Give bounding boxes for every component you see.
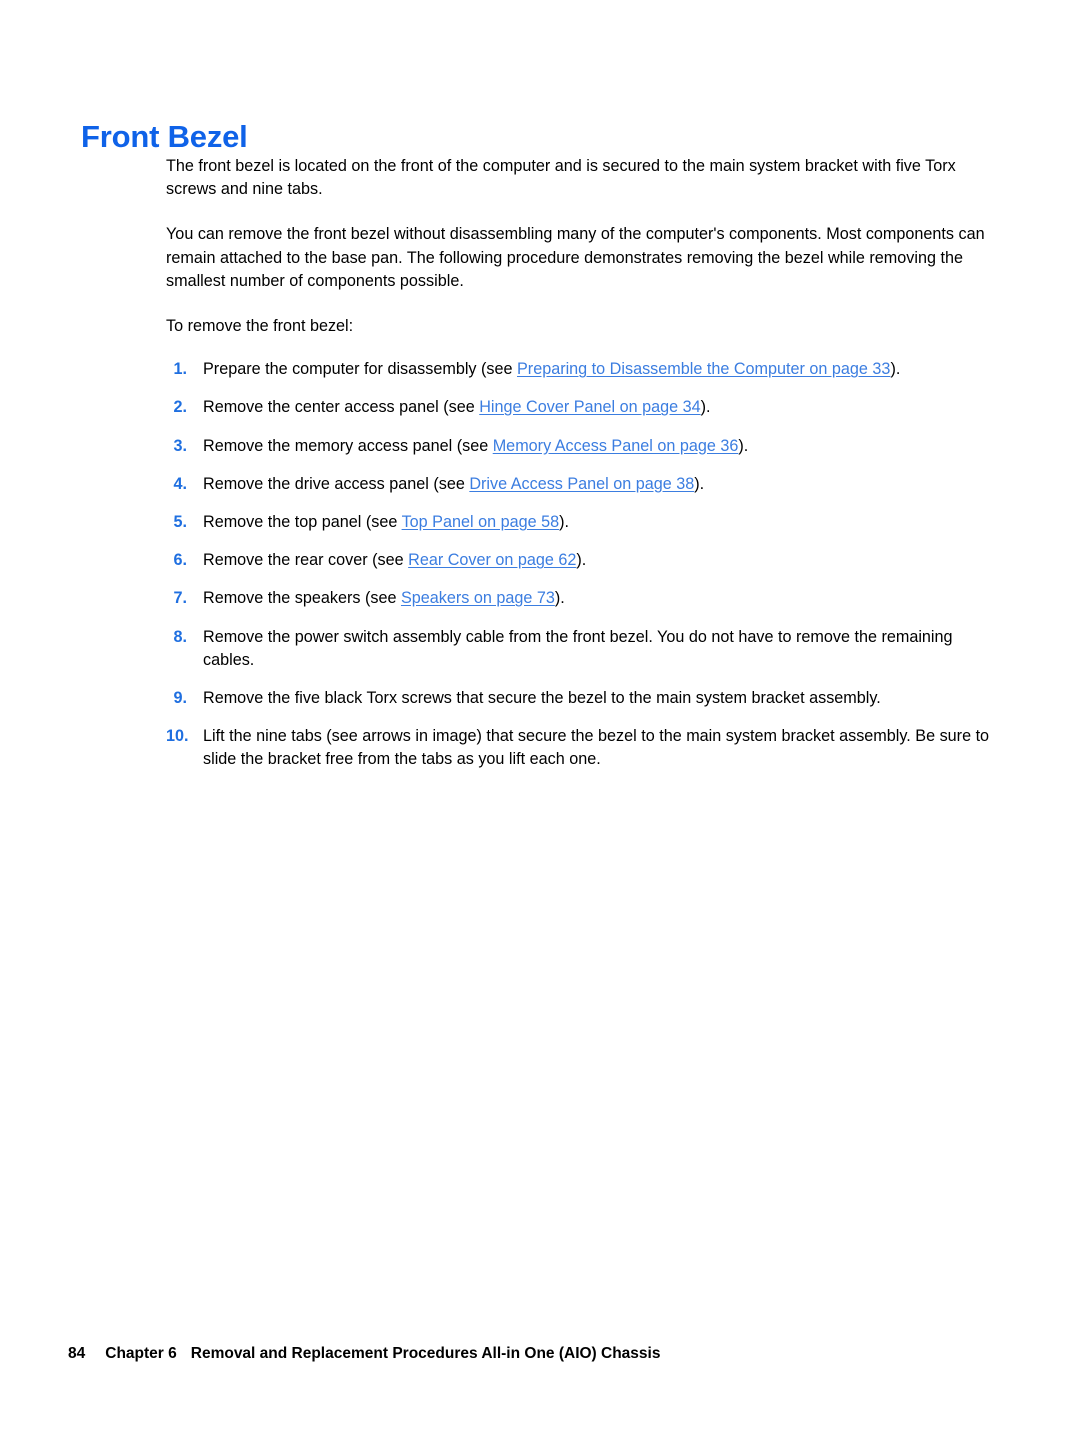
document-page: Front Bezel The front bezel is located o… [0, 0, 1080, 1437]
footer-page-number: 84 [68, 1345, 86, 1362]
step-text: Remove the top panel (see Top Panel on p… [203, 511, 992, 534]
step-text: Remove the power switch assembly cable f… [203, 626, 992, 672]
step-text: Prepare the computer for disassembly (se… [203, 358, 992, 381]
step-text-before: Remove the center access panel (see [203, 398, 480, 417]
step-text: Remove the five black Torx screws that s… [203, 687, 992, 710]
list-item: 8. Remove the power switch assembly cabl… [166, 626, 992, 672]
step-text: Remove the speakers (see Speakers on pag… [203, 587, 992, 610]
step-number: 10. [166, 727, 189, 746]
step-text: Remove the drive access panel (see Drive… [203, 473, 992, 496]
step-text-after: ). [738, 436, 749, 455]
step-text-before: Remove the power switch assembly cable f… [203, 627, 953, 669]
cross-reference-link[interactable]: Rear Cover on page 62 [408, 551, 576, 569]
cross-reference-link[interactable]: Hinge Cover Panel on page 34 [479, 398, 700, 416]
page-footer: 84 Chapter 6 Removal and Replacement Proce… [68, 1344, 660, 1364]
list-item: 4. Remove the drive access panel (see Dr… [166, 473, 992, 496]
step-number: 5. [173, 513, 187, 532]
list-item: 3. Remove the memory access panel (see M… [166, 435, 992, 458]
step-text: Lift the nine tabs (see arrows in image)… [203, 725, 992, 771]
step-text-after: ). [554, 589, 565, 608]
step-text-before: Remove the five black Torx screws that s… [203, 689, 881, 708]
step-text-before: Remove the rear cover (see [203, 551, 409, 570]
step-number: 9. [173, 689, 187, 708]
list-item: 7. Remove the speakers (see Speakers on … [166, 587, 992, 610]
list-item: 6. Remove the rear cover (see Rear Cover… [166, 549, 992, 572]
step-number: 8. [173, 627, 187, 646]
list-item: 10. Lift the nine tabs (see arrows in im… [166, 725, 992, 771]
step-number: 4. [173, 474, 187, 493]
intro-paragraph-2: You can remove the front bezel without d… [166, 225, 985, 290]
step-number: 3. [173, 436, 187, 455]
cross-reference-link[interactable]: Preparing to Disassemble the Computer on… [517, 360, 890, 378]
step-text-before: Remove the memory access panel (see [203, 436, 493, 455]
step-text-before: Prepare the computer for disassembly (se… [203, 360, 517, 379]
step-text-before: Remove the top panel (see [203, 513, 402, 532]
step-number: 6. [173, 551, 187, 570]
procedure-step-list: 1. Prepare the computer for disassembly … [166, 358, 992, 771]
step-text-after: ). [576, 551, 587, 570]
step-number: 7. [173, 589, 187, 608]
list-item: 1. Prepare the computer for disassembly … [166, 358, 992, 381]
cross-reference-link[interactable]: Speakers on page 73 [401, 589, 555, 607]
step-text: Remove the center access panel (see Hing… [203, 396, 992, 419]
step-text-after: ). [890, 360, 901, 379]
step-text-before: Remove the speakers (see [203, 589, 401, 608]
step-text: Remove the rear cover (see Rear Cover on… [203, 549, 992, 572]
step-number: 2. [173, 398, 187, 417]
step-text: Remove the memory access panel (see Memo… [203, 435, 992, 458]
list-item: 2. Remove the center access panel (see H… [166, 396, 992, 419]
list-item: 5. Remove the top panel (see Top Panel o… [166, 511, 992, 534]
step-number: 1. [173, 360, 187, 379]
page-body: The front bezel is located on the front … [166, 155, 992, 772]
step-text-before: Remove the drive access panel (see [203, 474, 470, 493]
list-item: 9. Remove the five black Torx screws tha… [166, 687, 992, 710]
cross-reference-link[interactable]: Top Panel on page 58 [402, 513, 560, 531]
step-text-after: ). [700, 398, 711, 417]
procedure-lead-in: To remove the front bezel: [166, 317, 354, 336]
cross-reference-link[interactable]: Drive Access Panel on page 38 [469, 475, 694, 493]
cross-reference-link[interactable]: Memory Access Panel on page 36 [493, 437, 739, 455]
step-text-after: ). [559, 513, 569, 532]
footer-chapter: Chapter 6 [105, 1345, 177, 1362]
step-text-after: ). [694, 474, 705, 493]
intro-paragraph-1: The front bezel is located on the front … [166, 157, 956, 199]
footer-title: Removal and Replacement Procedures All-i… [190, 1345, 661, 1362]
page-title: Front Bezel [81, 118, 248, 154]
step-text-before: Lift the nine tabs (see arrows in image)… [203, 727, 990, 769]
